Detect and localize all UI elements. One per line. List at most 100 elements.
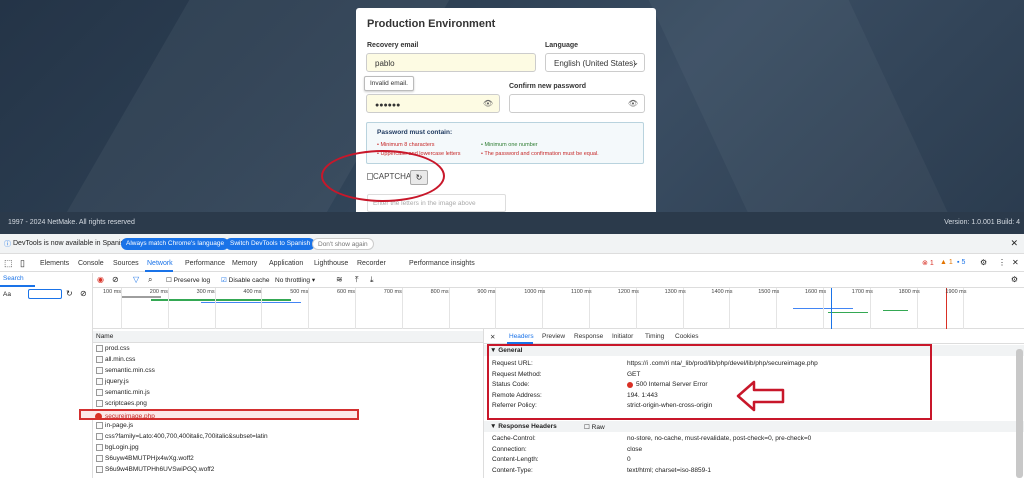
tab-network[interactable]: Network [147,260,173,267]
request-row-error[interactable]: secureimage.php [79,409,359,420]
search-icon[interactable]: ⌕ [148,275,152,285]
request-row[interactable]: semantic.min.js [93,387,483,398]
recovery-email-value: pablo [375,59,395,68]
more-icon[interactable]: ⋮ [998,258,1006,267]
form-title: Production Environment [367,18,496,30]
confirm-password-input[interactable]: 👁 [509,94,645,113]
close-icon[interactable]: ✕ [1010,238,1018,249]
new-password-input[interactable]: ●●●●●● 👁 [366,94,500,113]
request-name: all.min.css [105,356,136,363]
tab-performance[interactable]: Performance [185,260,225,267]
search-tab[interactable]: Search [3,275,24,282]
close-devtools-icon[interactable]: ✕ [1012,258,1019,267]
header-value: 0 [627,456,631,463]
match-language-button[interactable]: Always match Chrome's language [121,238,230,250]
request-row[interactable]: S6uyw4BMUTPHjx4wXg.woff2 [93,453,483,464]
request-row[interactable]: jquery.js [93,376,483,387]
header-key: Connection: [492,445,527,453]
file-icon [96,466,103,473]
search-input[interactable] [28,289,62,299]
close-detail-icon[interactable]: ✕ [490,333,495,341]
request-row[interactable]: all.min.css [93,354,483,365]
warning-count[interactable]: ▲ 1 [940,259,953,266]
throttling-value: No throttling [275,277,311,284]
timeline-gridline [121,288,122,329]
request-name: css?family=Lato:400,700,400italic,700ita… [105,433,268,440]
detail-scrollbar[interactable] [1016,349,1023,478]
timeline-bar [828,312,868,313]
language-select[interactable]: English (United States) ⌄ [545,53,645,72]
timeline-tick-label: 200 ms [149,289,168,295]
info-count[interactable]: ▪ 5 [957,259,965,266]
switch-spanish-button[interactable]: Switch DevTools to Spanish [225,238,316,250]
file-icon [96,389,103,396]
request-row[interactable]: S6u9w4BMUTPHh6UVSwiPGQ.woff2 [93,464,483,475]
request-row[interactable]: prod.css [93,343,483,354]
request-name: prod.css [105,345,130,352]
preserve-log-label: Preserve log [173,277,211,284]
timeline-tick-label: 1100 ms [571,289,592,295]
general-annotation-box [487,344,932,420]
rule-equal: • The password and confirmation must be … [481,151,599,157]
name-column-header[interactable]: Name [96,333,113,340]
clear-icon[interactable]: ⊘ [80,289,87,298]
tab-headers[interactable]: Headers [509,333,534,340]
raw-checkbox[interactable]: ☐ Raw [584,423,605,431]
request-row[interactable]: in-page.js [93,420,483,431]
filter-icon[interactable]: ▽ [133,275,139,284]
throttling-select[interactable]: No throttling ▾ [275,276,315,284]
tab-recorder[interactable]: Recorder [357,260,386,267]
request-name: secureimage.php [105,413,155,420]
confirm-password-label: Confirm new password [509,83,587,90]
wifi-icon[interactable]: ≋ [336,275,343,284]
tab-application[interactable]: Application [269,260,303,267]
clear-log-icon[interactable]: ⊘ [112,275,119,284]
timeline-bar [121,296,161,298]
network-settings-icon[interactable]: ⚙ [1011,275,1018,284]
eye-icon[interactable]: 👁 [628,99,638,108]
timeline-tick-label: 1700 ms [851,289,873,295]
tab-performance-insights[interactable]: Performance insights [409,260,475,267]
tab-timing[interactable]: Timing [645,333,664,340]
timeline-gridline [308,288,310,329]
request-row[interactable]: css?family=Lato:400,700,400italic,700ita… [93,431,483,442]
timeline-overview[interactable]: 100 ms 200 ms 300 ms 400 ms 500 ms 600 ms 700 … [93,288,1024,329]
timeline-tick-label: 300 ms [196,289,215,295]
error-count[interactable]: ⊗ 1 [922,259,934,267]
tab-console[interactable]: Console [78,260,104,267]
disable-cache-checkbox[interactable]: ☑ Disable cache [221,276,269,284]
refresh-icon[interactable]: ↻ [66,289,73,298]
tab-initiator[interactable]: Initiator [612,333,633,340]
match-case-toggle[interactable]: Aa [3,291,11,298]
raw-label: Raw [591,424,605,431]
record-icon[interactable]: ◉ [97,275,104,284]
tab-response[interactable]: Response [574,333,603,340]
import-icon[interactable]: ⤒ [355,275,359,285]
request-row[interactable]: scriptcaes.png [93,398,483,409]
disable-cache-label: Disable cache [228,277,270,284]
tab-sources[interactable]: Sources [113,260,139,267]
timeline-gridline [261,288,263,329]
device-icon[interactable]: ▯ [20,258,25,269]
recovery-email-input[interactable]: pablo [366,53,536,72]
export-icon[interactable]: ⤓ [370,275,374,285]
tab-cookies[interactable]: Cookies [675,333,698,340]
preserve-log-checkbox[interactable]: ☐ Preserve log [166,276,210,284]
file-icon [96,433,103,440]
dont-show-button[interactable]: Don't show again [312,238,374,250]
request-row[interactable]: bgLogin.jpg [93,442,483,453]
eye-icon[interactable]: 👁 [483,99,493,108]
file-icon [96,444,103,451]
tab-elements[interactable]: Elements [40,260,69,267]
tab-preview[interactable]: Preview [542,333,565,340]
notice-text: DevTools is now available in Spanish! [13,240,130,247]
response-headers-section-header[interactable]: ▼ Response Headers ☐ Raw [484,421,1024,432]
inspect-icon[interactable]: ⬚ [4,258,13,269]
timeline-tick-label: 500 ms [290,289,309,295]
timeline-tick-label: 1200 ms [617,289,639,295]
tab-lighthouse[interactable]: Lighthouse [314,260,348,267]
gear-icon[interactable]: ⚙ [980,258,987,267]
tab-memory[interactable]: Memory [232,260,257,267]
request-row[interactable]: semantic.min.css [93,365,483,376]
header-value: close [627,445,643,453]
